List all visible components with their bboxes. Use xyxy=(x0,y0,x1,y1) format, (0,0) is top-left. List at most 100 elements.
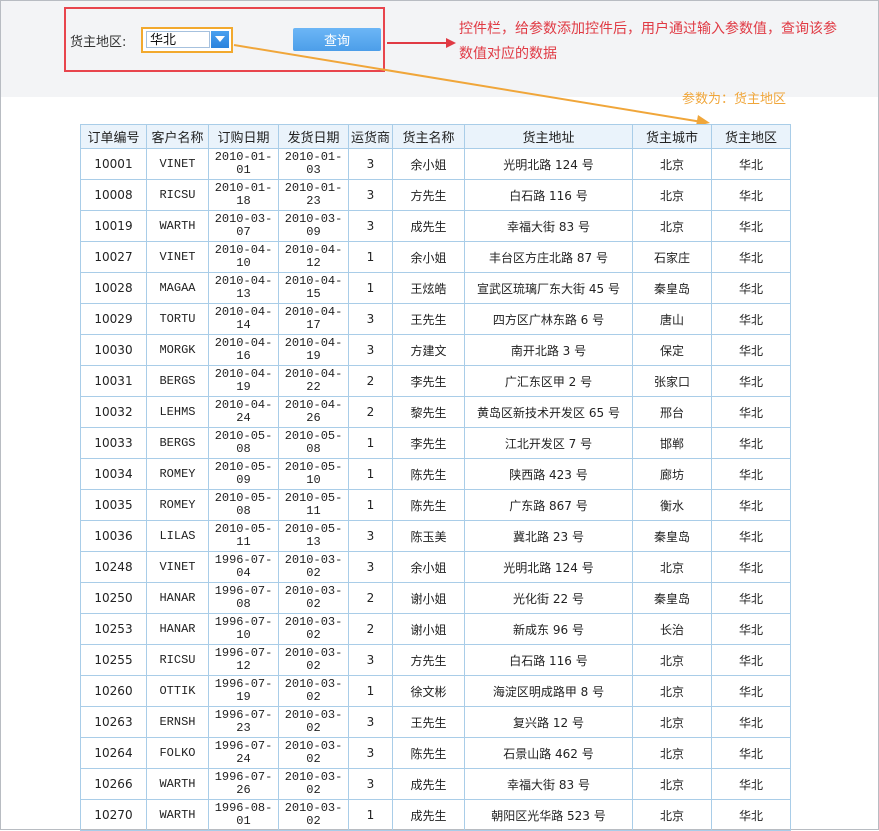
table-cell: 2010-03- 02 xyxy=(278,737,349,769)
table-row: 10264 FOLKO 1996-07- 24 2010-03- 02 3 陈先生 石景山路 4… xyxy=(80,737,791,769)
table-cell: 幸福大街 83 号 xyxy=(464,210,633,242)
table-cell: 陕西路 423 号 xyxy=(464,458,633,490)
table-cell: 华北 xyxy=(711,613,791,645)
table-cell: 黄岛区新技术开发区 65 号 xyxy=(464,396,633,428)
parameter-annotation: 参数为：货主地区 xyxy=(682,92,787,107)
table-cell: 徐文彬 xyxy=(392,675,465,707)
table-cell: BERGS xyxy=(146,427,209,459)
query-button[interactable]: 查询 xyxy=(293,28,381,51)
table-cell: 华北 xyxy=(711,458,791,490)
table-cell: 北京 xyxy=(632,768,712,800)
table-cell: 2010-04- 12 xyxy=(278,241,349,273)
table-cell: 方先生 xyxy=(392,644,465,676)
table-cell: 1996-07- 08 xyxy=(208,582,279,614)
table-cell: 王先生 xyxy=(392,706,465,738)
table-row: 10008 RICSU 2010-01- 18 2010-01- 23 3 方先生 白石路 11… xyxy=(80,179,791,211)
table-cell: 陈玉美 xyxy=(392,520,465,552)
table-cell: 2010-01- 01 xyxy=(208,148,279,180)
table-cell: BERGS xyxy=(146,365,209,397)
table-cell: 华北 xyxy=(711,427,791,459)
table-cell: 华北 xyxy=(711,520,791,552)
table-cell: 北京 xyxy=(632,644,712,676)
table-cell: 衡水 xyxy=(632,489,712,521)
table-cell: 成先生 xyxy=(392,768,465,800)
chevron-down-icon[interactable] xyxy=(211,31,229,48)
table-cell: 北京 xyxy=(632,179,712,211)
column-header: 运货商 xyxy=(348,124,393,149)
table-cell: 光明北路 124 号 xyxy=(464,148,633,180)
table-cell: 长治 xyxy=(632,613,712,645)
table-cell: 保定 xyxy=(632,334,712,366)
table-cell: 秦皇岛 xyxy=(632,582,712,614)
table-cell: 10035 xyxy=(80,489,147,521)
table-cell: 白石路 116 号 xyxy=(464,179,633,211)
table-row: 10248 VINET 1996-07- 04 2010-03- 02 3 余小姐 光明北路 1… xyxy=(80,551,791,583)
table-cell: 3 xyxy=(348,551,393,583)
table-row: 10260 OTTIK 1996-07- 19 2010-03- 02 1 徐文彬 海淀区明成路… xyxy=(80,675,791,707)
table-cell: 广东路 867 号 xyxy=(464,489,633,521)
table-cell: 北京 xyxy=(632,551,712,583)
table-cell: LEHMS xyxy=(146,396,209,428)
table-cell: 10031 xyxy=(80,365,147,397)
table-cell: 海淀区明成路甲 8 号 xyxy=(464,675,633,707)
table-cell: 廊坊 xyxy=(632,458,712,490)
table-cell: 3 xyxy=(348,179,393,211)
table-cell: 华北 xyxy=(711,210,791,242)
table-cell: 10008 xyxy=(80,179,147,211)
table-cell: MAGAA xyxy=(146,272,209,304)
table-cell: LILAS xyxy=(146,520,209,552)
table-cell: 光明北路 124 号 xyxy=(464,551,633,583)
column-header: 货主地址 xyxy=(464,124,633,149)
region-combo-input[interactable]: 华北 xyxy=(146,31,210,48)
table-cell: 冀北路 23 号 xyxy=(464,520,633,552)
table-cell: 2010-05- 10 xyxy=(278,458,349,490)
table-cell: 方先生 xyxy=(392,179,465,211)
table-cell: 北京 xyxy=(632,737,712,769)
table-cell: 2010-04- 17 xyxy=(278,303,349,335)
table-cell: 谢小姐 xyxy=(392,613,465,645)
table-cell: OTTIK xyxy=(146,675,209,707)
table-cell: 秦皇岛 xyxy=(632,272,712,304)
table-cell: 1 xyxy=(348,427,393,459)
table-cell: 李先生 xyxy=(392,427,465,459)
table-cell: 华北 xyxy=(711,489,791,521)
table-cell: 2010-03- 02 xyxy=(278,582,349,614)
table-cell: 2010-01- 03 xyxy=(278,148,349,180)
table-cell: 光化街 22 号 xyxy=(464,582,633,614)
table-cell: 陈先生 xyxy=(392,458,465,490)
table-cell: 2010-04- 13 xyxy=(208,272,279,304)
region-combo-highlight: 华北 xyxy=(141,27,233,53)
table-cell: 10263 xyxy=(80,706,147,738)
table-cell: 2010-04- 22 xyxy=(278,365,349,397)
table-cell: 华北 xyxy=(711,303,791,335)
table-cell: 朝阳区光华路 523 号 xyxy=(464,799,633,831)
table-row: 10028 MAGAA 2010-04- 13 2010-04- 15 1 王炫皓 宣武区琉璃厂… xyxy=(80,272,791,304)
column-header: 客户名称 xyxy=(146,124,209,149)
table-cell: 1 xyxy=(348,489,393,521)
table-cell: 2010-01- 18 xyxy=(208,179,279,211)
table-cell: 2010-03- 02 xyxy=(278,706,349,738)
table-cell: 10036 xyxy=(80,520,147,552)
table-row: 10255 RICSU 1996-07- 12 2010-03- 02 3 方先生 白石路 11… xyxy=(80,644,791,676)
table-cell: 2010-05- 11 xyxy=(208,520,279,552)
table-cell: 2010-03- 07 xyxy=(208,210,279,242)
table-cell: 北京 xyxy=(632,210,712,242)
table-cell: 华北 xyxy=(711,799,791,831)
table-cell: 华北 xyxy=(711,365,791,397)
table-cell: 黎先生 xyxy=(392,396,465,428)
table-cell: 10260 xyxy=(80,675,147,707)
table-row: 10027 VINET 2010-04- 10 2010-04- 12 1 余小姐 丰台区方庄北… xyxy=(80,241,791,273)
table-cell: 幸福大街 83 号 xyxy=(464,768,633,800)
table-cell: 北京 xyxy=(632,675,712,707)
table-cell: 2010-04- 15 xyxy=(278,272,349,304)
table-cell: 石家庄 xyxy=(632,241,712,273)
table-cell: ROMEY xyxy=(146,489,209,521)
table-cell: 华北 xyxy=(711,737,791,769)
table-cell: 3 xyxy=(348,520,393,552)
table-cell: HANAR xyxy=(146,582,209,614)
table-cell: 邢台 xyxy=(632,396,712,428)
table-cell: 2010-03- 02 xyxy=(278,644,349,676)
table-cell: 10033 xyxy=(80,427,147,459)
table-row: 10030 MORGK 2010-04- 16 2010-04- 19 3 方建文 南开北路 3… xyxy=(80,334,791,366)
table-cell: VINET xyxy=(146,241,209,273)
